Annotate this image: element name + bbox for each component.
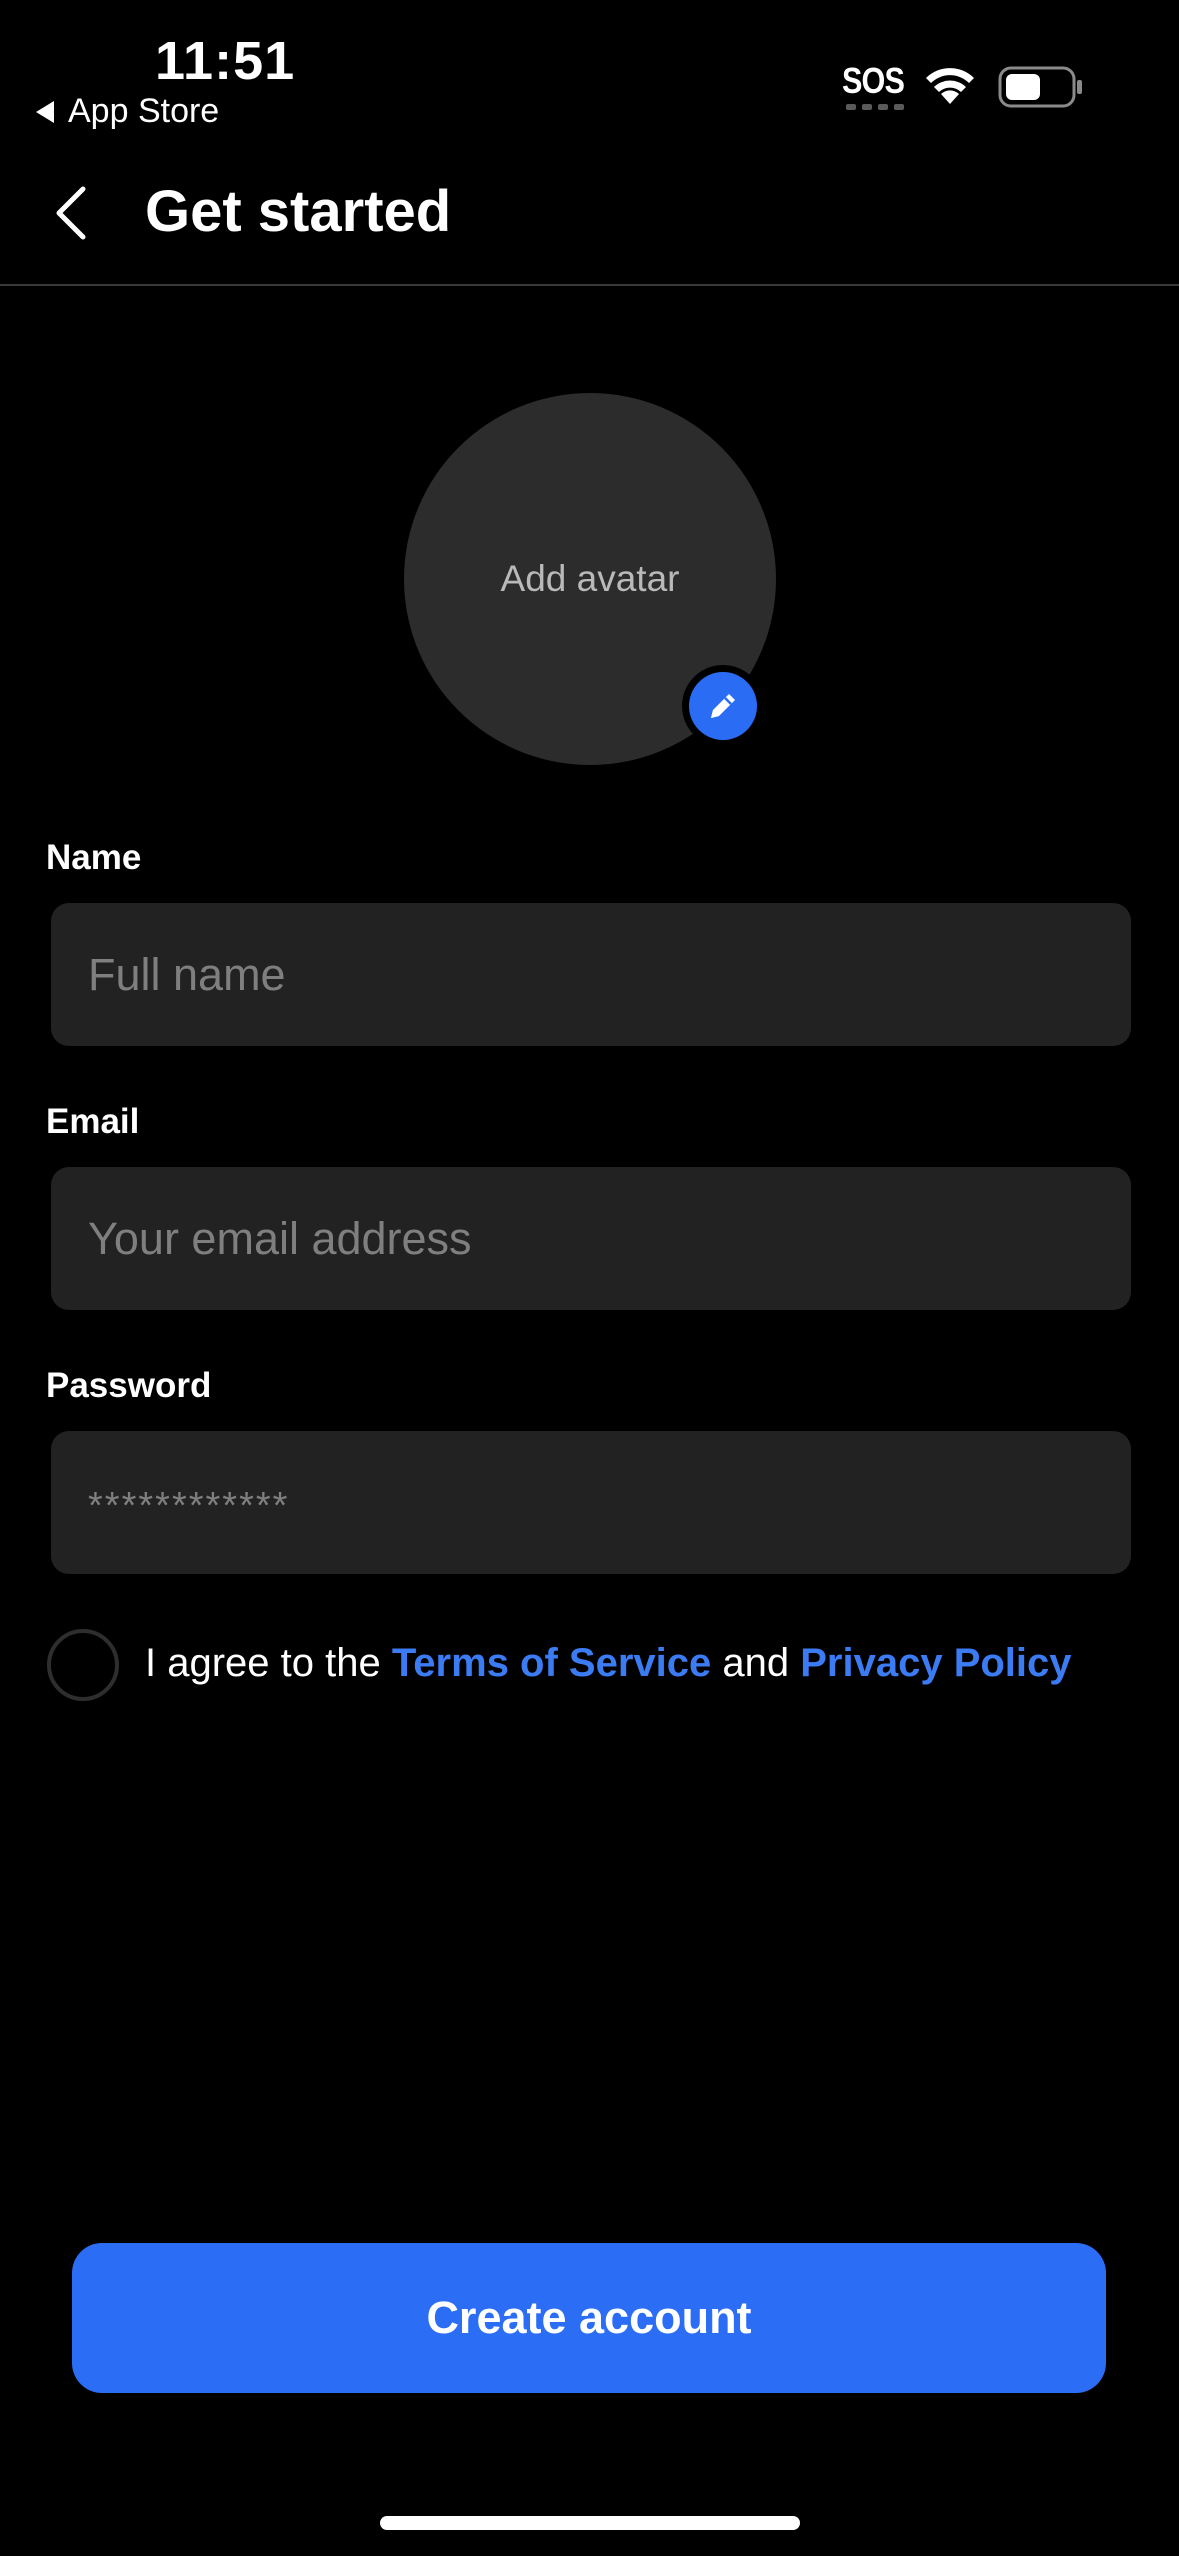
signal-dots-icon (846, 104, 904, 110)
terms-of-service-link[interactable]: Terms of Service (392, 1641, 711, 1685)
agreement-text: I agree to the Terms of Service and Priv… (145, 1641, 1072, 1686)
agree-checkbox[interactable] (47, 1629, 119, 1701)
avatar-label: Add avatar (500, 558, 680, 599)
pencil-icon (711, 694, 735, 718)
password-label: Password (46, 1366, 212, 1405)
email-label: Email (46, 1102, 140, 1141)
agreement-middle: and (711, 1641, 801, 1685)
page-title: Get started (145, 179, 452, 244)
header-divider (0, 284, 1179, 286)
chevron-left-icon (56, 186, 86, 240)
home-indicator (380, 2516, 800, 2530)
name-input[interactable] (51, 903, 1131, 1046)
password-input[interactable] (51, 1431, 1131, 1574)
status-time: 11:51 (155, 31, 296, 91)
email-input[interactable] (51, 1167, 1131, 1310)
agreement-prefix: I agree to the (145, 1641, 392, 1685)
edit-avatar-button[interactable] (682, 665, 764, 747)
back-button[interactable] (40, 178, 100, 248)
back-app-label: App Store (68, 92, 220, 130)
name-label: Name (46, 838, 142, 877)
battery-icon (998, 66, 1082, 108)
edit-avatar-badge (689, 672, 757, 740)
back-triangle-icon (36, 100, 54, 123)
create-account-button[interactable]: Create account (72, 2243, 1106, 2393)
back-to-app-link[interactable]: App Store (36, 92, 219, 131)
privacy-policy-link[interactable]: Privacy Policy (800, 1641, 1071, 1685)
sos-indicator: SOS (842, 60, 905, 101)
wifi-icon (926, 68, 974, 104)
